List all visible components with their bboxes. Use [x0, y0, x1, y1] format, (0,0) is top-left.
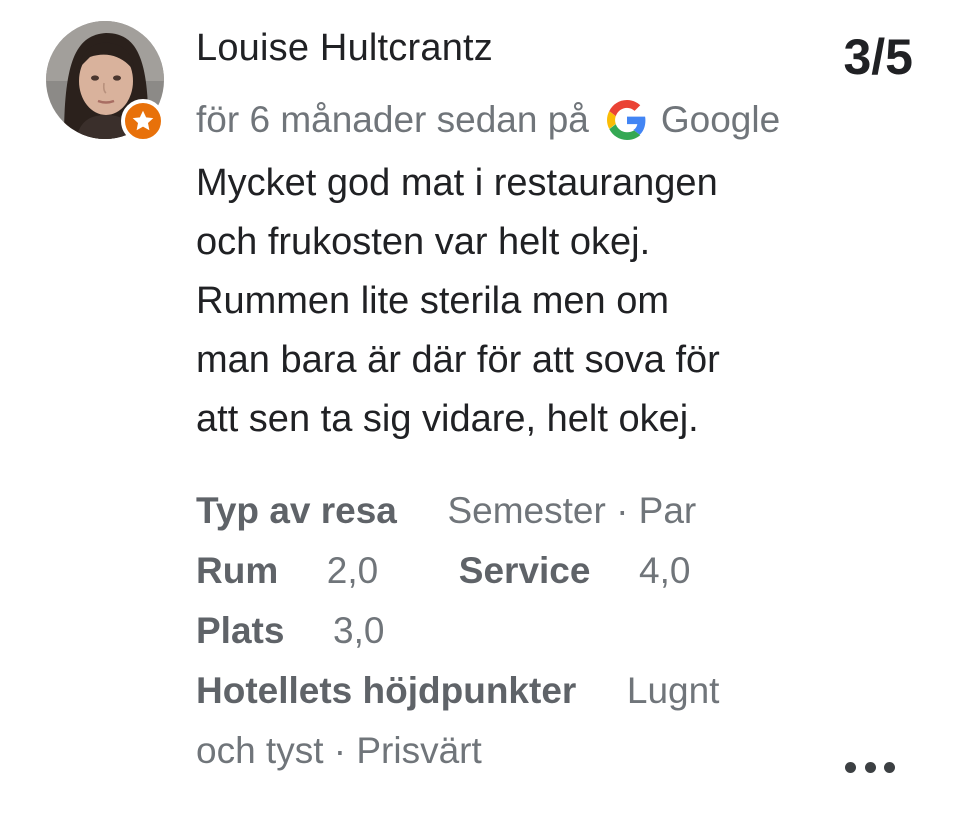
- review-text: Mycket god mat i restaurangen och frukos…: [196, 154, 836, 449]
- trip-type-value: Semester · Par: [447, 490, 697, 531]
- ratings-row: Rum 2,0 Service 4,0: [196, 550, 690, 592]
- highlights-label: Hotellets höjdpunkter: [196, 670, 577, 711]
- more-dot: [864, 761, 876, 773]
- author-name[interactable]: Louise Hultcrantz: [196, 27, 493, 70]
- review-text-line: och frukosten var helt okej.: [196, 221, 651, 263]
- trip-type-label: Typ av resa: [196, 490, 397, 531]
- ratings-row-2: Plats 3,0: [196, 610, 384, 652]
- rating-room-label: Rum: [196, 550, 279, 591]
- highlights-row-cont: och tyst · Prisvärt: [196, 730, 482, 772]
- more-dot: [884, 761, 895, 773]
- review-card: Louise Hultcrantz 3/5 för 6 månader seda…: [0, 0, 960, 816]
- more-horizontal-icon[interactable]: [845, 758, 895, 776]
- rating-room-value: 2,0: [326, 550, 379, 591]
- rating-service-value: 4,0: [639, 550, 691, 591]
- more-dot: [845, 761, 856, 773]
- review-source: Google: [660, 99, 781, 140]
- trip-type-row: Typ av resa Semester · Par: [196, 490, 696, 532]
- review-meta: för 6 månader sedan på Google: [196, 99, 780, 141]
- google-g-icon: [606, 100, 647, 140]
- review-score: 3/5: [843, 29, 913, 85]
- rating-location-value: 3,0: [333, 610, 385, 651]
- rating-location-label: Plats: [196, 610, 285, 651]
- local-guide-star-icon: [121, 99, 165, 143]
- avatar[interactable]: [46, 21, 165, 143]
- review-text-line: Rummen lite sterila men om: [196, 280, 670, 322]
- rating-service-label: Service: [458, 550, 591, 591]
- review-text-line: att sen ta sig vidare, helt okej.: [196, 398, 699, 440]
- highlights-value-cont: och tyst · Prisvärt: [196, 730, 482, 771]
- highlights-row: Hotellets höjdpunkter Lugnt: [196, 670, 719, 712]
- review-text-line: man bara är där för att sova för: [196, 339, 720, 381]
- review-text-line: Mycket god mat i restaurangen: [196, 162, 718, 204]
- highlights-value: Lugnt: [626, 670, 720, 711]
- review-time: för 6 månader sedan på: [196, 99, 589, 140]
